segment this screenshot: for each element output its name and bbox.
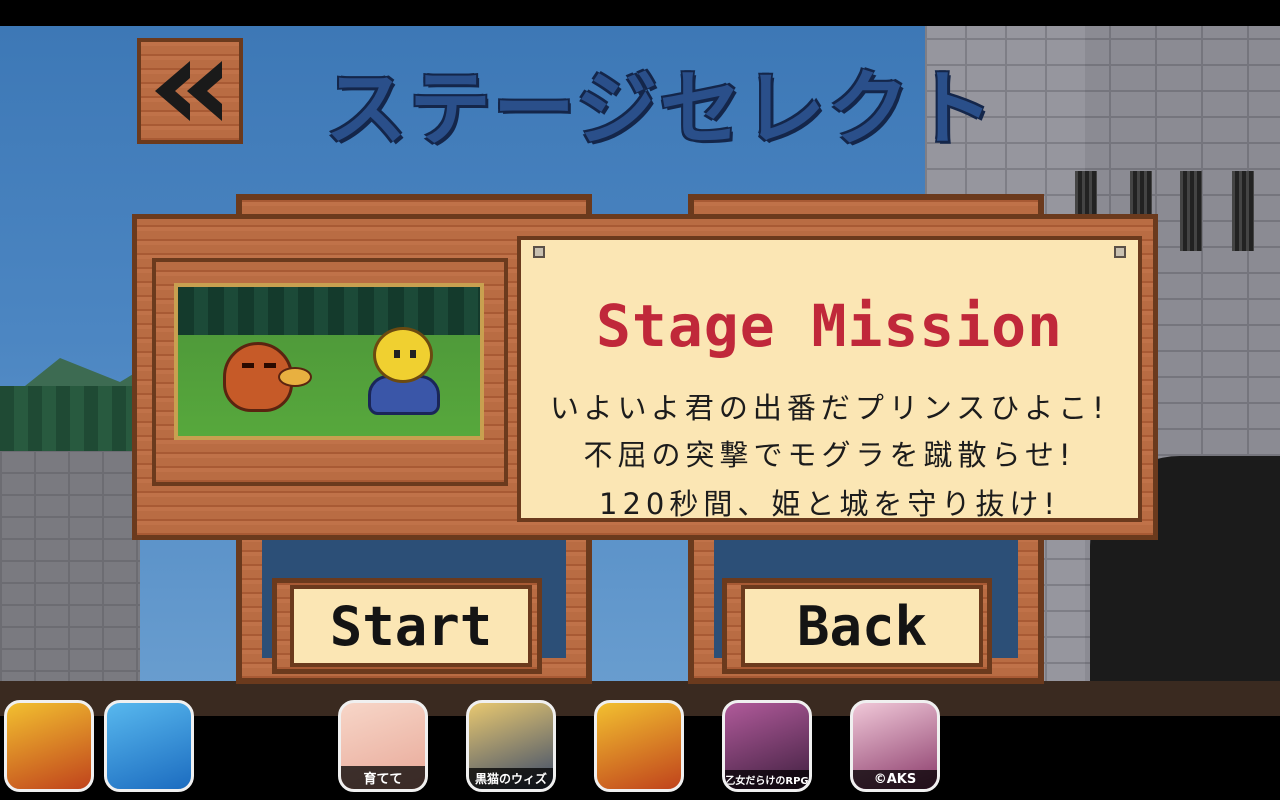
castle-window	[1180, 171, 1202, 251]
pigs-icon[interactable]: 育てて	[338, 700, 428, 792]
back-arrow-button[interactable]	[137, 38, 243, 144]
cartoon-cow-icon[interactable]	[104, 700, 194, 792]
page-title: ステージセレクト	[325, 62, 996, 157]
stone-wall	[0, 451, 140, 716]
idol-portrait-icon[interactable]: ©AKS	[850, 700, 940, 792]
prince-chick-character	[373, 327, 433, 383]
double-arrow-left-icon	[155, 61, 222, 121]
stage-thumbnail	[174, 283, 484, 440]
mission-line: いよいよ君の出番だプリンスひよこ!	[550, 391, 1109, 425]
start-button[interactable]: Start	[290, 585, 532, 667]
mole-character	[223, 342, 312, 412]
ad-label: ©AKS	[853, 770, 937, 789]
ad-label: 黒猫のウィズ	[469, 768, 553, 789]
mission-line: 120秒間、姫と城を守り抜け!	[599, 487, 1060, 521]
mission-heading: Stage Mission	[596, 292, 1063, 360]
castle-window	[1232, 171, 1254, 251]
otome-rpg-icon[interactable]: 乙女だらけのRPG	[722, 700, 812, 792]
clash-barbarian-icon[interactable]	[594, 700, 684, 792]
mission-board	[517, 236, 1142, 522]
mission-line: 不屈の突撃でモグラを蹴散らせ!	[583, 438, 1076, 472]
back-button[interactable]: Back	[741, 585, 983, 667]
ad-label: 乙女だらけのRPG	[725, 770, 809, 789]
clash-barbarian-icon[interactable]	[4, 700, 94, 792]
kuroneko-wiz-icon[interactable]: 黒猫のウィズ	[466, 700, 556, 792]
ad-label: 育てて	[341, 766, 425, 789]
